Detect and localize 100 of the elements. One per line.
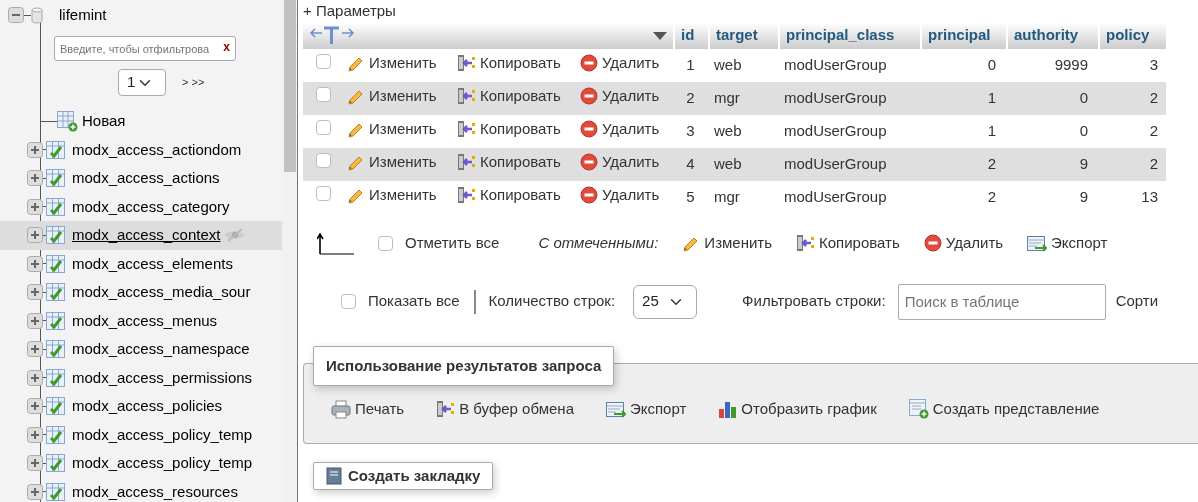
chart-link[interactable]: Отобразить график: [741, 397, 877, 421]
table-link[interactable]: modx_access_resources: [72, 480, 238, 502]
print-link[interactable]: Печать: [355, 397, 405, 421]
delete-link[interactable]: Удалить: [945, 231, 1004, 255]
table-cell: 2: [1098, 147, 1166, 181]
column-header[interactable]: policy: [1098, 22, 1166, 49]
tree-item[interactable]: modx_access_policy_temp: [0, 449, 282, 478]
expand-toggle-icon[interactable]: [27, 170, 43, 187]
row-checkbox[interactable]: [316, 119, 331, 135]
expand-toggle-icon[interactable]: [27, 398, 43, 415]
next-page-link[interactable]: > >>: [182, 74, 205, 91]
select-all-link[interactable]: Отметить все: [405, 231, 500, 255]
return-arrow-icon: [317, 231, 355, 255]
tree-item[interactable]: modx_access_media_sour: [0, 278, 282, 307]
table-icon: [46, 311, 65, 330]
tree-item[interactable]: modx_access_menus: [0, 306, 282, 335]
table-cell-text: 1: [685, 54, 696, 75]
row-checkbox[interactable]: [316, 185, 331, 201]
tree-item[interactable]: modx_access_policy_temp: [0, 420, 282, 449]
export-icon: [606, 400, 626, 418]
expand-toggle-icon[interactable]: [27, 369, 43, 386]
delete-icon: [580, 86, 598, 105]
database-link[interactable]: lifemint: [59, 3, 107, 27]
column-header[interactable]: target: [708, 22, 778, 49]
tree-item[interactable]: modx_access_context: [0, 221, 282, 250]
table-link[interactable]: modx_access_namespace: [72, 338, 250, 361]
row-checkbox[interactable]: [316, 152, 331, 168]
table-cell-text: 3: [685, 120, 696, 141]
export-link[interactable]: Экспорт: [630, 397, 687, 421]
dropdown-caret-icon[interactable]: [653, 31, 667, 40]
export-link[interactable]: Экспорт: [1051, 231, 1108, 255]
table-link[interactable]: modx_access_context: [72, 224, 221, 247]
copy-link[interactable]: Копировать: [480, 183, 561, 207]
expand-toggle-icon[interactable]: [27, 312, 43, 329]
table-link[interactable]: modx_access_actiondom: [72, 138, 242, 161]
select-all-checkbox[interactable]: [378, 235, 393, 251]
copy-link[interactable]: В буфер обмена: [459, 397, 574, 421]
table-link[interactable]: modx_access_policy_temp: [72, 423, 253, 446]
column-header[interactable]: authority: [1006, 22, 1098, 49]
expand-toggle-icon[interactable]: [27, 455, 43, 472]
copy-icon: [457, 152, 476, 171]
delete-icon: [923, 234, 942, 252]
expand-toggle-icon[interactable]: [27, 483, 43, 500]
copy-link[interactable]: Копировать: [819, 231, 900, 255]
table-link[interactable]: modx_access_elements: [72, 252, 233, 275]
edit-link[interactable]: Изменить: [704, 231, 773, 255]
show-all-label[interactable]: Показать все: [368, 290, 460, 313]
tree-item[interactable]: modx_access_elements: [0, 249, 282, 278]
table-link[interactable]: modx_access_media_sour: [72, 281, 251, 304]
new-table-link[interactable]: Новая: [82, 110, 126, 133]
scrollbar-thumb[interactable]: [284, 0, 296, 172]
row-checkbox[interactable]: [316, 86, 331, 102]
tree-item[interactable]: modx_access_category: [0, 192, 282, 221]
rows-count-select[interactable]: 25: [633, 284, 698, 319]
sort-label: Сорти: [1115, 291, 1159, 312]
delete-link[interactable]: Удалить: [602, 183, 660, 207]
edit-link[interactable]: Изменить: [369, 117, 437, 141]
expand-toggle-icon[interactable]: [27, 255, 43, 272]
create-view-link[interactable]: Создать представление: [932, 397, 1100, 421]
collapse-toggle-icon[interactable]: [8, 7, 24, 23]
table-link[interactable]: modx_access_actions: [72, 167, 220, 190]
page-select[interactable]: 1: [118, 69, 166, 96]
table-cell-text: 13: [1140, 186, 1159, 207]
table-icon: [46, 283, 65, 302]
table-search-field[interactable]: Поиск в таблице: [897, 283, 1106, 320]
database-icon: [31, 6, 43, 24]
tree-item[interactable]: modx_access_resources: [0, 477, 282, 502]
table-link[interactable]: modx_access_policies: [72, 395, 223, 418]
row-checkbox[interactable]: [316, 53, 331, 69]
edit-link[interactable]: Изменить: [369, 51, 437, 75]
table-link[interactable]: modx_access_permissions: [72, 366, 253, 389]
column-header[interactable]: principal_class: [778, 22, 920, 49]
edit-link[interactable]: Изменить: [369, 183, 437, 207]
tree-item[interactable]: modx_access_actions: [0, 164, 282, 193]
tree-item[interactable]: modx_access_namespace: [0, 335, 282, 364]
options-link[interactable]: + Параметры: [303, 4, 396, 18]
copy-link[interactable]: Копировать: [480, 117, 561, 141]
clear-filter-link[interactable]: x: [223, 40, 230, 54]
column-header[interactable]: principal: [920, 22, 1006, 49]
delete-link[interactable]: Удалить: [602, 51, 660, 75]
expand-toggle-icon[interactable]: [27, 141, 43, 158]
expand-toggle-icon[interactable]: [27, 284, 43, 301]
tree-item[interactable]: modx_access_policies: [0, 392, 282, 421]
tree-item[interactable]: modx_access_actiondom: [0, 135, 282, 164]
table-icon: [46, 368, 65, 387]
copy-link[interactable]: Копировать: [480, 51, 561, 75]
tree-item[interactable]: modx_access_permissions: [0, 363, 282, 392]
expand-toggle-icon[interactable]: [27, 198, 43, 215]
table-link[interactable]: modx_access_policy_temp: [72, 452, 253, 475]
table-link[interactable]: modx_access_category: [72, 195, 230, 218]
column-header[interactable]: id: [673, 22, 708, 49]
show-all-checkbox[interactable]: [341, 294, 356, 309]
filter-rows-label: Фильтровать строки:: [742, 291, 886, 312]
expand-toggle-icon[interactable]: [27, 426, 43, 443]
table-icon: [46, 340, 65, 359]
table-link[interactable]: modx_access_menus: [72, 309, 218, 332]
expand-toggle-icon[interactable]: [27, 341, 43, 358]
delete-link[interactable]: Удалить: [602, 117, 660, 141]
expand-toggle-icon[interactable]: [27, 227, 43, 244]
table-cell: 2: [673, 81, 708, 115]
